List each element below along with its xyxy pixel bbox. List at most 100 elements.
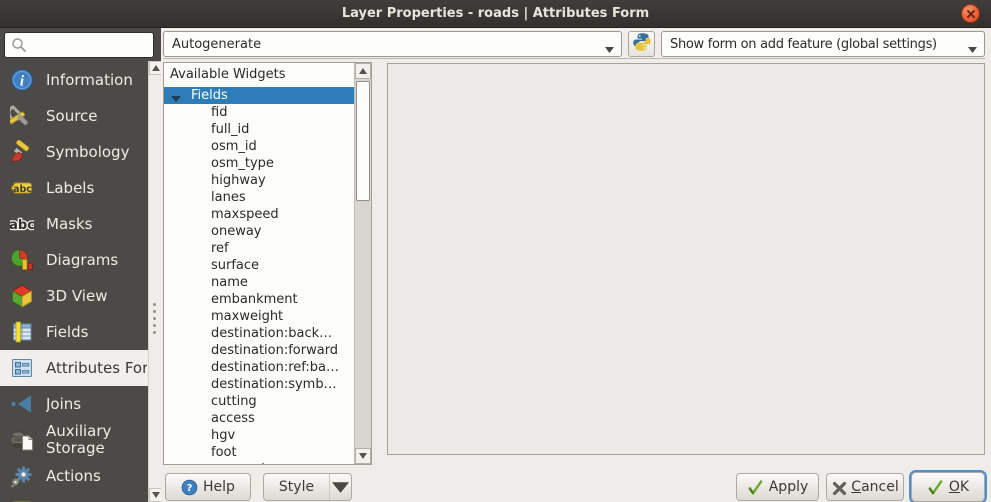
sidebar-item-auxiliary-storage[interactable]: Auxiliary Storage <box>0 422 161 458</box>
tree-field-item[interactable]: maxweight <box>164 308 354 325</box>
sidebar-item-partial-bottom[interactable] <box>0 494 161 502</box>
tree-field-item[interactable]: oneway <box>164 223 354 240</box>
tree-field-item[interactable]: embankment <box>164 291 354 308</box>
search-icon <box>10 36 28 54</box>
tree-field-item[interactable]: fid <box>164 104 354 121</box>
widgets-scrollbar[interactable] <box>354 63 371 464</box>
style-label: Style <box>279 479 314 495</box>
sidebar-item-labels[interactable]: abc Labels <box>0 170 161 206</box>
sidebar-item-symbology[interactable]: Symbology <box>0 134 161 170</box>
tree-field-label: destination:forward <box>211 343 338 358</box>
sidebar-item-actions[interactable]: Actions <box>0 458 161 494</box>
source-icon <box>10 104 34 128</box>
scroll-up-icon[interactable] <box>149 61 161 75</box>
tree-field-item[interactable]: sac_scale <box>164 461 354 464</box>
form-suppress-combo-value: Show form on add feature (global setting… <box>670 37 937 52</box>
sidebar-item-fields[interactable]: Fields <box>0 314 161 350</box>
attributes-form-icon <box>10 356 34 380</box>
python-init-button[interactable] <box>628 31 655 57</box>
tree-field-label: oneway <box>211 224 261 239</box>
sidebar: i Information Source Symbology abc Label… <box>0 28 161 502</box>
splitter-handle[interactable] <box>153 299 157 338</box>
tree-field-item[interactable]: foot <box>164 444 354 461</box>
search-box <box>4 32 154 58</box>
tree-field-label: destination:back… <box>211 326 332 341</box>
close-icon[interactable] <box>961 4 980 23</box>
auxiliary-storage-icon <box>10 428 34 452</box>
tree-field-label: name <box>211 275 248 290</box>
chevron-down-icon <box>605 42 614 57</box>
tree-field-label: osm_type <box>211 156 274 171</box>
style-dropdown-arrow[interactable] <box>329 474 351 500</box>
available-widgets-panel: Available Widgets Fields fid full_id <box>163 62 372 465</box>
search-input[interactable] <box>28 34 153 56</box>
tree-field-item[interactable]: destination:symb… <box>164 376 354 393</box>
sidebar-item-joins[interactable]: Joins <box>0 386 161 422</box>
diagrams-icon <box>10 248 34 272</box>
tree-field-item[interactable]: full_id <box>164 121 354 138</box>
sidebar-item-masks[interactable]: abc Masks <box>0 206 161 242</box>
tree-field-label: full_id <box>211 122 249 137</box>
labels-icon: abc <box>10 176 34 200</box>
tree-field-item[interactable]: highway <box>164 172 354 189</box>
sidebar-item-diagrams[interactable]: Diagrams <box>0 242 161 278</box>
sidebar-scrollbar[interactable] <box>148 61 161 502</box>
tree-field-item[interactable]: maxspeed <box>164 206 354 223</box>
cancel-button[interactable]: Cancel <box>826 473 904 501</box>
tree-field-item[interactable]: ref <box>164 240 354 257</box>
tree-field-label: lanes <box>211 190 246 205</box>
scrollbar-thumb[interactable] <box>356 81 370 201</box>
attribute-editor-layout-combo[interactable]: Autogenerate <box>163 31 622 57</box>
sidebar-item-3d-view[interactable]: 3D View <box>0 278 161 314</box>
svg-text:abc: abc <box>10 218 34 233</box>
apply-button[interactable]: Apply <box>736 473 819 501</box>
tree-field-label: destination:symb… <box>211 377 337 392</box>
tree-field-item[interactable]: name <box>164 274 354 291</box>
sidebar-item-attributes-form[interactable]: Attributes Form <box>0 350 161 386</box>
tree-expand-icon[interactable] <box>171 91 181 108</box>
available-widgets-header: Available Widgets <box>164 63 371 87</box>
titlebar: Layer Properties - roads | Attributes Fo… <box>0 0 991 28</box>
tree-field-item[interactable]: lanes <box>164 189 354 206</box>
layer-properties-dialog: Layer Properties - roads | Attributes Fo… <box>0 0 991 502</box>
check-icon <box>927 479 944 496</box>
tree-field-label: maxweight <box>211 309 283 324</box>
tree-field-label: foot <box>211 445 237 460</box>
tree-field-item[interactable]: surface <box>164 257 354 274</box>
window-title: Layer Properties - roads | Attributes Fo… <box>0 0 991 28</box>
python-init-icon <box>632 32 652 56</box>
tree-field-item[interactable]: hgv <box>164 427 354 444</box>
scroll-down-icon[interactable] <box>149 488 161 502</box>
tree-field-item[interactable]: destination:forward <box>164 342 354 359</box>
tree-field-item[interactable]: access <box>164 410 354 427</box>
tree-field-item[interactable]: osm_id <box>164 138 354 155</box>
tree-field-label: maxspeed <box>211 207 279 222</box>
content-frame-divider <box>163 58 985 59</box>
tree-field-item[interactable]: cutting <box>164 393 354 410</box>
scroll-down-icon[interactable] <box>355 448 371 464</box>
tree-field-label: embankment <box>211 292 298 307</box>
ok-button[interactable]: OK <box>911 472 985 502</box>
cancel-label: Cancel <box>851 479 898 495</box>
tree-field-label: surface <box>211 258 259 273</box>
cross-icon <box>831 480 846 495</box>
sidebar-item-source[interactable]: Source <box>0 98 161 134</box>
tree-fields-list: fid full_id osm_id osm_type <box>164 104 354 464</box>
tree-field-item[interactable]: osm_type <box>164 155 354 172</box>
information-icon: i <box>10 68 34 92</box>
actions-icon <box>10 464 34 488</box>
style-button[interactable]: Style <box>263 473 352 501</box>
sidebar-item-information[interactable]: i Information <box>0 62 161 98</box>
fields-icon <box>10 320 34 344</box>
tree-field-item[interactable]: destination:back… <box>164 325 354 342</box>
tree-field-label: ref <box>211 241 229 256</box>
masks-icon: abc <box>10 212 34 236</box>
scroll-up-icon[interactable] <box>355 63 371 79</box>
form-suppress-combo[interactable]: Show form on add feature (global setting… <box>661 31 985 57</box>
tree-field-item[interactable]: destination:ref:ba… <box>164 359 354 376</box>
sidebar-nav: i Information Source Symbology abc Label… <box>0 62 161 502</box>
help-button[interactable]: ? Help <box>165 473 251 501</box>
tree-item-fields-root[interactable]: Fields <box>164 87 354 104</box>
tree-field-label: cutting <box>211 394 257 409</box>
joins-icon <box>10 392 34 416</box>
